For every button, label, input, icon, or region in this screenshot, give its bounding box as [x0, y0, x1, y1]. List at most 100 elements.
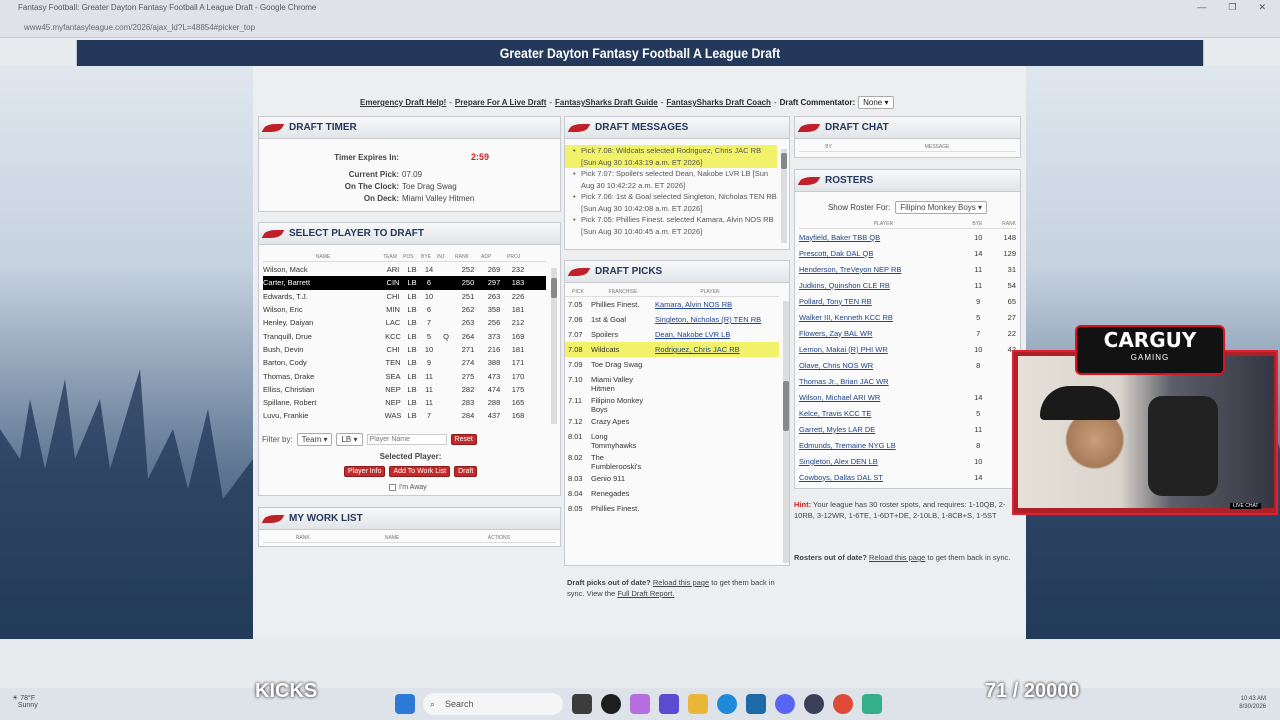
player-row[interactable]: Wilson, Mack ARI LB 14 252 269 232 — [263, 263, 546, 276]
player-row[interactable]: Edwards, T.J. CHI LB 10 251 263 226 — [263, 290, 546, 303]
pick-player-link[interactable]: Kamara, Alvin NOS RB — [655, 300, 732, 309]
player-cell: LB — [407, 411, 417, 421]
commentator-select[interactable]: None ▾ — [858, 96, 894, 109]
roster-player-link[interactable]: Henderson, TreVeyon NEP RB — [799, 265, 964, 274]
system-clock[interactable]: 10:43 AM 8/30/2026 — [1239, 695, 1266, 711]
player-row[interactable]: Luvu, Frankie WAS LB 7 284 437 168 — [263, 409, 546, 422]
roster-player-link[interactable]: Olave, Chris NOS WR — [799, 361, 964, 370]
store-icon[interactable] — [746, 694, 766, 714]
reload-picks-link[interactable]: Reload this page — [653, 578, 709, 587]
player-name-input[interactable] — [366, 434, 447, 445]
link-sharks-guide[interactable]: FantasySharks Draft Guide — [555, 98, 658, 107]
roster-player-link[interactable]: Edmunds, Tremaine NYG LB — [799, 441, 964, 450]
roster-row: Garrett, Myles LAR DE 11 — [799, 421, 1016, 437]
roster-player-link[interactable]: Prescott, Dak DAL QB — [799, 249, 964, 258]
team-filter-select[interactable]: Team ▾ — [296, 433, 333, 446]
chrome-icon[interactable] — [833, 694, 853, 714]
player-row[interactable]: Tranquill, Drue KCC LB 5 Q 264 373 169 — [263, 329, 546, 342]
player-row[interactable]: Elliss, Christian NEP LB 11 282 474 175 — [263, 383, 546, 396]
live-chat-badge: LIVE CHAT — [1230, 503, 1262, 509]
player-cell: LB — [407, 398, 417, 408]
link-emergency-help[interactable]: Emergency Draft Help! — [360, 98, 446, 107]
player-row[interactable]: Henley, Daiyan LAC LB 7 263 256 212 — [263, 316, 546, 329]
player-row[interactable]: Bush, Devin CHI LB 10 271 216 181 — [263, 343, 546, 356]
app-icon[interactable] — [862, 694, 882, 714]
roster-player-link[interactable]: Kelce, Travis KCC TE — [799, 409, 964, 418]
media-app-icon[interactable] — [601, 694, 621, 714]
link-prepare-live-draft[interactable]: Prepare For A Live Draft — [455, 98, 546, 107]
roster-cell: 22 — [1007, 328, 1016, 338]
roster-player-link[interactable]: Cowboys, Dallas DAL ST — [799, 473, 964, 482]
reload-rosters-link[interactable]: Reload this page — [869, 553, 925, 562]
roster-team-select[interactable]: Filipino Monkey Boys ▾ — [895, 201, 988, 214]
player-scrollbar[interactable] — [551, 268, 557, 424]
messages-scrollbar[interactable] — [781, 149, 787, 243]
roster-cell: 5 — [976, 408, 981, 418]
draft-button[interactable]: Draft — [454, 466, 478, 477]
copilot-icon[interactable] — [630, 694, 650, 714]
player-info-button[interactable]: Player Info — [344, 466, 386, 477]
player-row[interactable]: Carter, Barrett CIN LB 6 250 297 183 — [263, 276, 546, 290]
pick-player-link[interactable]: Rodriguez, Chris JAC RB — [655, 345, 740, 354]
draft-message: Pick 7.07: Spoilers selected Dean, Nakob… — [565, 168, 777, 191]
roster-player-link[interactable]: Pollard, Tony TEN RB — [799, 297, 964, 306]
player-cell: 269 — [487, 265, 501, 275]
reset-button[interactable]: Reset — [450, 434, 477, 445]
pick-cell: 8.02 — [568, 453, 583, 462]
pick-player-link[interactable]: Dean, Nakobe LVR LB — [655, 330, 730, 339]
player-cell: 11 — [425, 371, 433, 381]
player-cell: LB — [407, 278, 417, 288]
link-sharks-coach[interactable]: FantasySharks Draft Coach — [666, 98, 770, 107]
picks-scrollbar[interactable] — [783, 301, 789, 563]
taskbar-search[interactable]: ⌕ Search — [423, 693, 563, 715]
roster-player-link[interactable]: Garrett, Myles LAR DE — [799, 425, 964, 434]
player-cell: Luvu, Frankie — [263, 411, 309, 421]
away-checkbox[interactable] — [389, 484, 396, 491]
windows-taskbar: ☀ 78°F Sunny ⌕ Search 10:43 AM 8/30/2026 — [0, 688, 1280, 720]
roster-player-link[interactable]: Walker III, Kenneth KCC RB — [799, 313, 964, 322]
nfl-logo-icon — [261, 515, 285, 523]
close-icon[interactable]: ✕ — [1258, 2, 1266, 13]
maximize-icon[interactable]: ❐ — [1228, 2, 1236, 13]
top-links: Emergency Draft Help! - Prepare For A Liv… — [360, 96, 894, 109]
weather-widget[interactable]: ☀ 78°F Sunny — [12, 694, 38, 709]
player-row[interactable]: Barton, Cody TEN LB 9 274 388 171 — [263, 356, 546, 369]
pick-cell: Miami Valley Hitmen — [591, 375, 633, 393]
roster-player-link[interactable]: Lemon, Makai (R) PHI WR — [799, 345, 964, 354]
minimize-icon[interactable]: — — [1197, 2, 1206, 13]
roster-player-link[interactable]: Mayfield, Baker TBB QB — [799, 233, 964, 242]
task-view-icon[interactable] — [572, 694, 592, 714]
player-cell: 168 — [511, 411, 525, 421]
on-clock: Toe Drag Swag — [402, 182, 457, 191]
player-cell: Tranquill, Drue — [263, 331, 312, 341]
pick-cell: Crazy Apes — [591, 417, 630, 426]
player-cell: Spillane, Robert — [263, 398, 317, 408]
player-row[interactable]: Spillane, Robert NEP LB 11 283 288 165 — [263, 396, 546, 409]
draft-messages-panel: DRAFT MESSAGES Pick 7.08: Wildcats selec… — [564, 116, 790, 250]
player-row[interactable]: Wilson, Eric MIN LB 6 262 358 181 — [263, 303, 546, 316]
select-player-panel: SELECT PLAYER TO DRAFT Name Team Pos Bye Inj… — [258, 222, 561, 496]
pick-player-link[interactable]: Singleton, Nicholas (R) TEN RB — [655, 315, 761, 324]
position-filter-select[interactable]: LB ▾ — [336, 433, 363, 446]
player-cell: 170 — [511, 371, 525, 381]
obs-icon[interactable] — [804, 694, 824, 714]
roster-player-link[interactable]: Thomas Jr., Brian JAC WR — [799, 377, 964, 386]
roster-player-link[interactable]: Judkins, Quinshon CLE RB — [799, 281, 964, 290]
windows-start-icon[interactable] — [395, 694, 415, 714]
roster-player-link[interactable]: Singleton, Alex DEN LB — [799, 457, 964, 466]
player-row[interactable]: Thomas, Drake SEA LB 11 275 473 170 — [263, 369, 546, 382]
roster-player-link[interactable]: Wilson, Michael ARI WR — [799, 393, 964, 402]
file-explorer-icon[interactable] — [688, 694, 708, 714]
add-to-work-list-button[interactable]: Add To Work List — [389, 466, 451, 477]
teams-icon[interactable] — [659, 694, 679, 714]
edge-icon[interactable] — [717, 694, 737, 714]
player-cell: 171 — [511, 358, 525, 368]
roster-cell: 129 — [1003, 248, 1016, 258]
timer-value: 2:59 — [471, 152, 490, 162]
roster-player-link[interactable]: Flowers, Zay BAL WR — [799, 329, 964, 338]
discord-icon[interactable] — [775, 694, 795, 714]
full-draft-report-link[interactable]: Full Draft Report. — [617, 589, 674, 598]
address-bar[interactable]: www45.myfantasyleague.com/2026/ajax_ld?L… — [24, 23, 255, 32]
player-cell: LB — [407, 371, 417, 381]
player-cell: 473 — [487, 371, 501, 381]
